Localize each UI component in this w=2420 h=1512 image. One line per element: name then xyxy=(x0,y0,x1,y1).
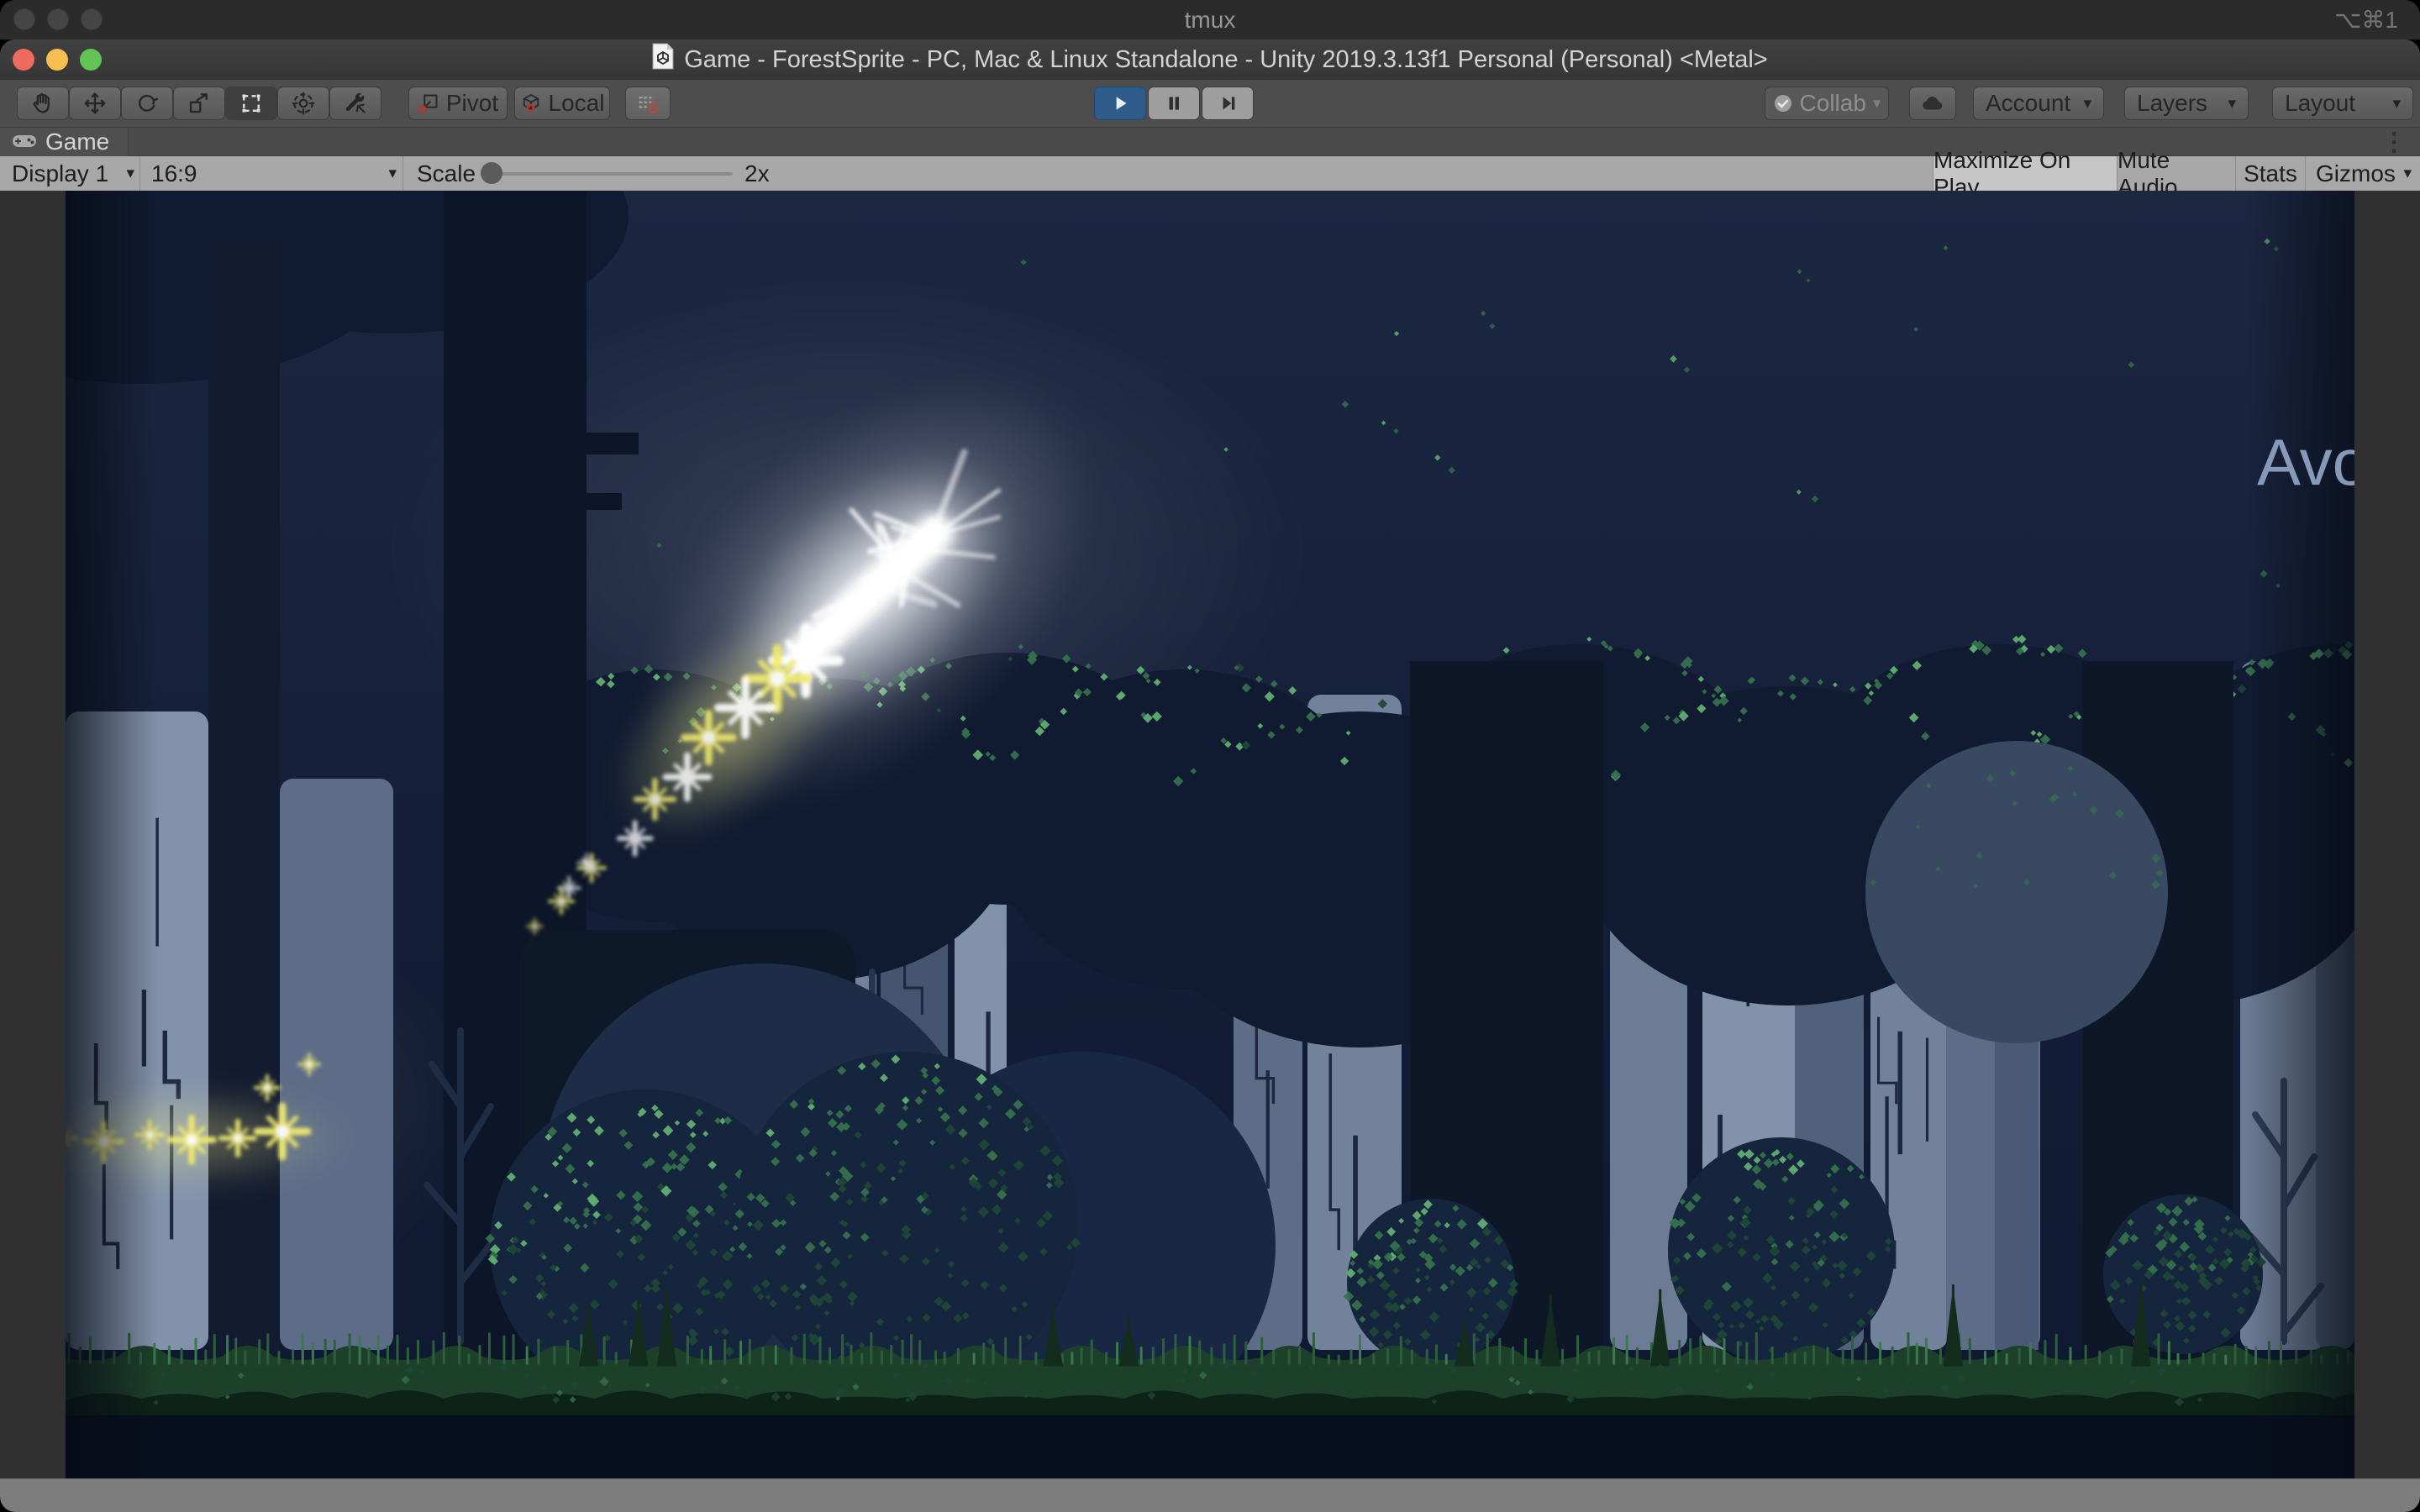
pivot-toggle-button[interactable]: Pivot xyxy=(408,87,508,120)
background-window-titlebar: tmux ⌥⌘1 xyxy=(0,0,2420,39)
game-viewport-area: Avoi xyxy=(0,191,2420,1478)
hand-icon xyxy=(30,91,55,116)
game-scene-svg: Avoi xyxy=(66,191,2354,1478)
aspect-ratio-dropdown[interactable]: 16:9 ▾ xyxy=(151,156,397,191)
scale-value: 2x xyxy=(744,156,770,191)
collab-dropdown[interactable]: Collab ▾ xyxy=(1765,87,1889,120)
tab-options-kebab-icon[interactable]: ⋮ xyxy=(2381,128,2407,156)
cloud-icon xyxy=(1920,91,1945,116)
stats-label: Stats xyxy=(2244,160,2297,187)
account-dropdown[interactable]: Account ▾ xyxy=(1973,87,2104,120)
chevron-down-icon: ▾ xyxy=(2392,96,2401,112)
layers-label: Layers xyxy=(2137,90,2207,117)
chevron-down-icon: ▾ xyxy=(1873,96,1881,112)
transform-icon xyxy=(291,91,316,116)
game-overlay-text: Avoi xyxy=(2257,425,2354,499)
window-title: Game - ForestSprite - PC, Mac & Linux St… xyxy=(684,46,1768,74)
window-bottom-bar xyxy=(0,1478,2420,1512)
scale-tool-button[interactable] xyxy=(173,87,225,120)
unity-titlebar: Game - ForestSprite - PC, Mac & Linux St… xyxy=(0,39,2420,80)
tab-game-label: Game xyxy=(45,129,109,155)
rect-tool-button[interactable] xyxy=(225,87,277,120)
background-window-title: tmux xyxy=(0,0,2420,39)
local-cube-icon xyxy=(520,92,542,114)
display-dropdown[interactable]: Display 1 ▾ xyxy=(12,156,134,191)
collab-label: Collab xyxy=(1800,90,1866,117)
gizmos-dropdown[interactable]: Gizmos ▾ xyxy=(2305,156,2420,191)
local-label: Local xyxy=(549,90,605,117)
rotate-tool-button[interactable] xyxy=(121,87,173,120)
grid-snap-icon xyxy=(636,92,660,115)
transform-tool-button[interactable] xyxy=(277,87,329,120)
separator xyxy=(402,156,403,191)
step-button[interactable] xyxy=(1202,87,1254,120)
chevron-down-icon: ▾ xyxy=(2228,96,2236,112)
custom-tool-button[interactable] xyxy=(329,87,381,120)
aspect-label: 16:9 xyxy=(151,160,197,187)
account-label: Account xyxy=(1986,90,2070,117)
chevron-down-icon: ▾ xyxy=(2403,165,2412,181)
layout-label: Layout xyxy=(2285,90,2355,117)
slider-knob[interactable] xyxy=(481,162,502,184)
scale-label: Scale xyxy=(417,156,476,191)
pivot-label: Pivot xyxy=(446,90,498,117)
main-toolbar: Pivot Local Collab ▾ Account xyxy=(0,80,2420,128)
stats-button[interactable]: Stats xyxy=(2235,156,2305,191)
tab-game[interactable]: Game xyxy=(0,128,129,156)
maximize-on-play-button[interactable]: Maximize On Play xyxy=(1933,156,2117,191)
tmux-shortcut-badge: ⌥⌘1 xyxy=(2334,0,2398,39)
check-circle-icon xyxy=(1773,93,1793,113)
layout-dropdown[interactable]: Layout ▾ xyxy=(2272,87,2413,120)
display-label: Display 1 xyxy=(12,160,108,187)
play-button[interactable] xyxy=(1094,87,1146,120)
move-tool-button[interactable] xyxy=(69,87,121,120)
scale-icon xyxy=(187,91,212,116)
cloud-button[interactable] xyxy=(1909,87,1956,120)
unity-window: Game - ForestSprite - PC, Mac & Linux St… xyxy=(0,39,2420,1512)
separator xyxy=(139,156,140,191)
rotate-icon xyxy=(134,91,160,116)
layers-dropdown[interactable]: Layers ▾ xyxy=(2124,87,2249,120)
chevron-down-icon: ▾ xyxy=(126,165,134,181)
gizmos-label: Gizmos xyxy=(2316,160,2396,187)
local-toggle-button[interactable]: Local xyxy=(514,87,610,120)
slider-track[interactable] xyxy=(481,172,733,176)
chevron-down-icon: ▾ xyxy=(2083,96,2091,112)
rect-tool-icon xyxy=(239,91,264,116)
pause-button[interactable] xyxy=(1148,87,1200,120)
step-icon xyxy=(1217,92,1239,114)
unity-document-icon xyxy=(652,43,674,76)
game-view-controls: Display 1 ▾ 16:9 ▾ Scale 2x Maximize On … xyxy=(0,156,2420,191)
grid-snap-button[interactable] xyxy=(625,87,671,120)
hand-tool-button[interactable] xyxy=(17,87,69,120)
play-icon xyxy=(1109,92,1131,114)
scale-slider[interactable] xyxy=(481,156,733,191)
gamepad-icon xyxy=(12,129,37,155)
pivot-icon xyxy=(418,92,439,114)
chevron-down-icon: ▾ xyxy=(388,165,397,181)
game-render-surface[interactable]: Avoi xyxy=(66,191,2354,1478)
wrench-pencil-icon xyxy=(343,91,368,116)
pause-icon xyxy=(1163,92,1185,114)
move-icon xyxy=(82,91,108,116)
mute-audio-button[interactable]: Mute Audio xyxy=(2117,156,2235,191)
